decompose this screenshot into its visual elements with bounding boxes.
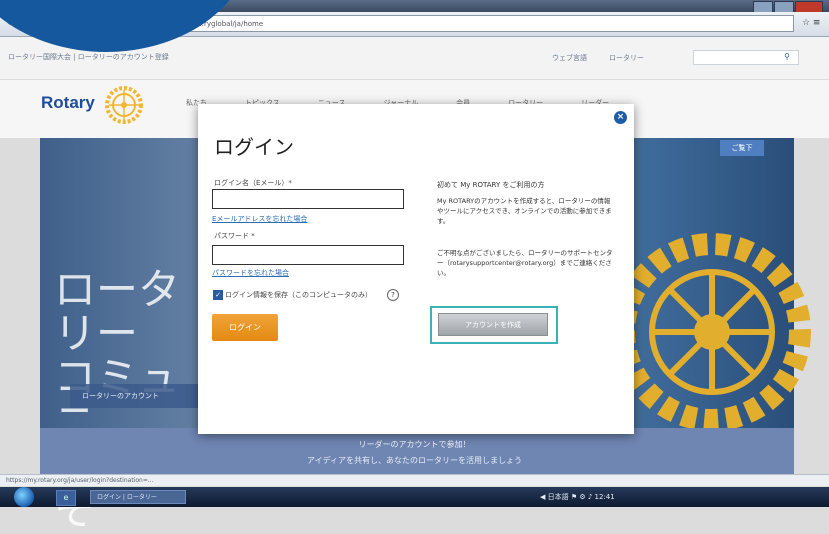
footer-line: リーダーのアカウントで参加！ bbox=[358, 440, 471, 449]
email-field[interactable] bbox=[212, 189, 404, 209]
browser-taskbar-icon[interactable]: e bbox=[56, 490, 76, 506]
remember-me-label: ログイン情報を保存（このコンピュータのみ） bbox=[225, 291, 372, 299]
login-button[interactable]: ログイン bbox=[212, 314, 278, 341]
help-icon[interactable]: ? bbox=[387, 289, 399, 301]
support-description: ご不明な点がございましたら、ロータリーのサポートセンター（rotarysuppo… bbox=[437, 249, 613, 277]
browser-menu-icons[interactable]: ☆ ≡ bbox=[802, 15, 826, 32]
forgot-password-link[interactable]: パスワードを忘れた場合 bbox=[212, 268, 289, 278]
password-label: パスワード * bbox=[214, 232, 255, 240]
new-user-description: My ROTARYのアカウントを作成すると、ロータリーの情報やツールにアクセスで… bbox=[437, 197, 612, 225]
hero-account-button[interactable]: ロータリーのアカウント bbox=[70, 384, 206, 408]
footer-line: アイディアを共有し、あなたのロータリーを活用しましょう bbox=[306, 456, 523, 465]
window-controls bbox=[753, 1, 823, 13]
system-tray: ◀ 日本語 ⚑ ⚙ ♪ 12:41 bbox=[540, 493, 615, 501]
remember-me-checkbox[interactable]: ✓ bbox=[213, 290, 223, 300]
rotary-logo-text[interactable]: Rotary bbox=[41, 93, 95, 113]
hero-line: ロータリー bbox=[54, 265, 181, 358]
top-link-rotary[interactable]: ロータリー bbox=[609, 54, 644, 62]
status-bar: https://my.rotary.org/ja/user/login?dest… bbox=[0, 474, 829, 486]
modal-title: ログイン bbox=[214, 135, 294, 159]
top-link-language[interactable]: ウェブ言語 bbox=[552, 54, 587, 62]
password-field[interactable] bbox=[212, 245, 404, 265]
close-icon[interactable]: × bbox=[614, 111, 627, 124]
email-label: ログイン名（Eメール）* bbox=[214, 179, 292, 187]
hero-tag[interactable]: ご覧下 bbox=[720, 140, 764, 156]
taskbar-window-button[interactable]: ログイン | ロータリー bbox=[90, 490, 186, 504]
forgot-email-link[interactable]: Eメールアドレスを忘れた場合 bbox=[212, 214, 307, 224]
search-icon[interactable]: ⚲ bbox=[780, 50, 794, 63]
footer-band bbox=[40, 428, 794, 474]
rotary-gear-image bbox=[613, 233, 811, 431]
create-account-button[interactable]: アカウントを作成 bbox=[438, 313, 548, 336]
new-user-heading: 初めて My ROTARY をご利用の方 bbox=[437, 181, 545, 189]
top-right-links: ウェブ言語 ロータリー bbox=[552, 53, 666, 63]
top-links[interactable]: ロータリー国際大会 | ロータリーのアカウント登録 bbox=[8, 52, 169, 62]
start-button-icon[interactable] bbox=[14, 487, 34, 507]
rotary-wheel-logo-icon bbox=[105, 86, 143, 124]
